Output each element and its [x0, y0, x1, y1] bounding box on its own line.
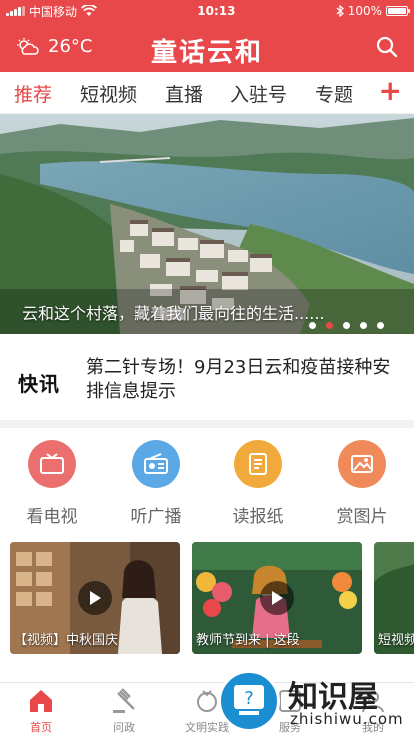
nav-label: 首页: [30, 721, 52, 734]
service-label: 赏图片: [336, 507, 388, 527]
video-title: 【视频】中秋国庆: [14, 633, 119, 648]
service-watch-tv[interactable]: 看电视: [12, 440, 92, 527]
practice-icon: [197, 690, 217, 712]
nav-label: 问政: [113, 721, 135, 734]
carrier-label: 中国移动: [29, 4, 78, 19]
battery-icon: [386, 6, 410, 16]
carousel-dot[interactable]: [343, 322, 350, 329]
hero-banner[interactable]: 云和这个村落，藏着我们最向往的生活......: [0, 114, 414, 334]
carousel-dot[interactable]: [309, 322, 316, 329]
app-title: 童话云和: [150, 38, 263, 68]
bluetooth-icon: [336, 5, 344, 17]
tab-accounts[interactable]: 入驻号: [230, 80, 287, 107]
news-flash-logo: 快讯: [18, 372, 60, 396]
signal-icon: [6, 6, 25, 16]
nav-home[interactable]: 首页: [11, 687, 71, 735]
battery-percent: 100%: [347, 4, 382, 18]
status-bar: 中国移动 10:13 100%: [0, 0, 414, 22]
search-icon[interactable]: [374, 34, 400, 60]
video-title: 短视频: [378, 633, 414, 648]
carousel-dots: [309, 322, 384, 329]
tab-recommend[interactable]: 推荐: [14, 80, 52, 107]
picture-icon: [338, 440, 386, 488]
tab-short-video[interactable]: 短视频: [80, 80, 137, 107]
app-header: 26°C 童话云和: [0, 22, 414, 72]
carousel-dot[interactable]: [377, 322, 384, 329]
tab-topics[interactable]: 专题: [315, 80, 353, 107]
tv-icon: [28, 440, 76, 488]
video-card[interactable]: 【视频】中秋国庆: [10, 542, 180, 654]
service-read-newspaper[interactable]: 读报纸: [218, 440, 298, 527]
radio-icon: [132, 440, 180, 488]
add-channel-button[interactable]: +: [379, 76, 402, 106]
news-flash-headline: 第二针专场！9月23日云和疫苗接种安排信息提示: [86, 357, 391, 402]
gavel-icon: [113, 688, 135, 713]
watermark-logo: ?: [218, 670, 280, 732]
video-card[interactable]: 教师节到来 | 这段: [192, 542, 362, 654]
service-listen-radio[interactable]: 听广播: [116, 440, 196, 527]
carousel-dot-active[interactable]: [326, 322, 333, 329]
home-icon: [30, 690, 52, 712]
carousel-dot[interactable]: [360, 322, 367, 329]
service-label: 听广播: [130, 507, 182, 527]
video-carousel: 【视频】中秋国庆 教师节到来 | 这段 短视频: [0, 542, 414, 654]
play-icon[interactable]: [260, 581, 294, 615]
news-flash[interactable]: 快讯 第二针专场！9月23日云和疫苗接种安排信息提示: [0, 334, 414, 428]
wifi-icon: [81, 5, 98, 16]
tab-live[interactable]: 直播: [165, 80, 203, 107]
svg-text:?: ?: [244, 688, 254, 709]
watermark: ? 知识屋 zhishiwu.com: [218, 670, 414, 736]
newspaper-icon: [234, 440, 282, 488]
service-label: 看电视: [26, 507, 78, 527]
video-card[interactable]: 短视频: [374, 542, 414, 654]
service-view-pictures[interactable]: 赏图片: [322, 440, 402, 527]
play-icon[interactable]: [78, 581, 112, 615]
video-title: 教师节到来 | 这段: [196, 633, 300, 648]
status-time: 10:13: [197, 4, 236, 18]
service-shortcuts: 看电视 听广播 读报纸 赏图片: [0, 430, 414, 534]
service-label: 读报纸: [232, 507, 284, 527]
channel-tabs: 推荐 短视频 直播 入驻号 专题 +: [0, 72, 414, 114]
banner-caption: 云和这个村落，藏着我们最向往的生活......: [22, 304, 325, 323]
watermark-url: zhishiwu.com: [290, 710, 404, 728]
nav-inquiry[interactable]: 问政: [94, 687, 154, 735]
